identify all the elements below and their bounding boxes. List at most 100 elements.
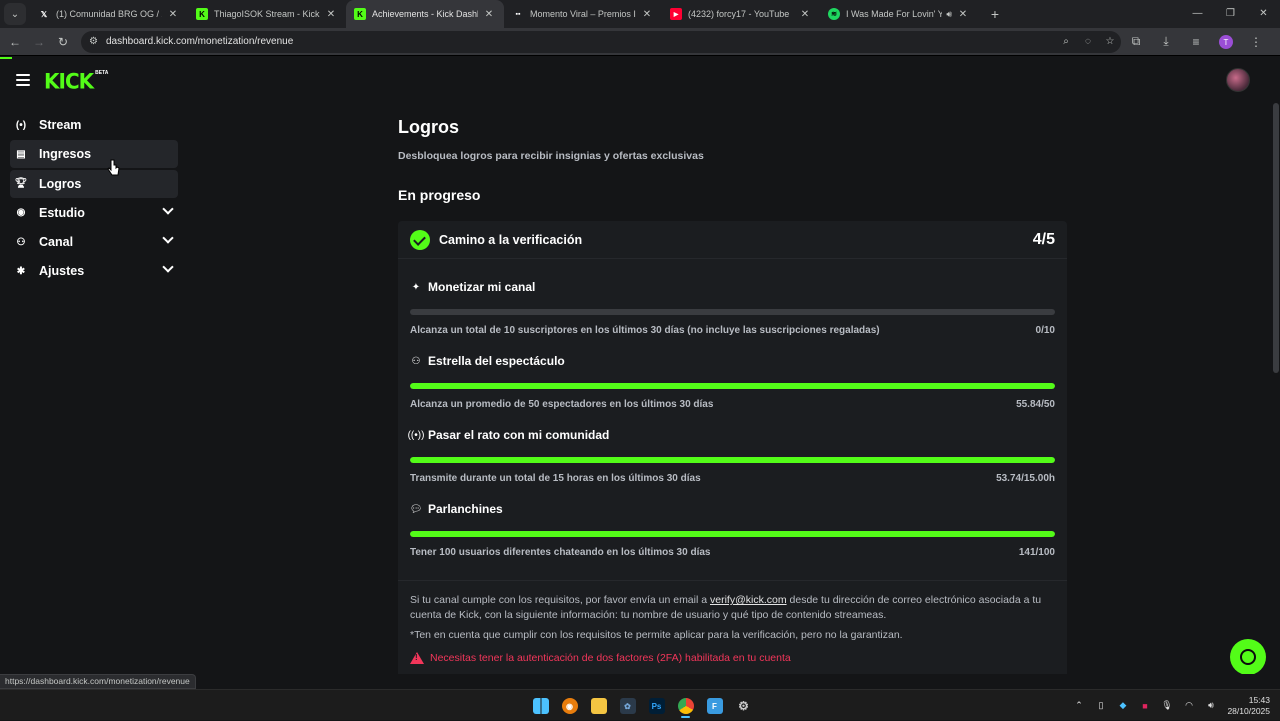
browser-tab[interactable]: K ThiagoISOK Stream - Kick Dash ✕ <box>188 0 346 28</box>
achievement-description: Tener 100 usuarios diferentes chateando … <box>410 547 711 558</box>
verification-note: *Ten en cuenta que cumplir con los requi… <box>410 629 903 641</box>
system-tray: ⌃ ▯ ◆ ■ 🎙︎ ◠ 🔊︎ 15:43 28/10/2025 <box>1068 690 1280 721</box>
x-logo-icon: 𝕏 <box>40 9 48 19</box>
tab-title: Momento Viral – Premios Idolo <box>530 9 636 19</box>
tab-search-button[interactable]: ⌄ <box>4 3 26 25</box>
taskbar-app-photoshop[interactable]: Ps <box>642 694 671 718</box>
chevron-down-icon[interactable] <box>162 232 174 244</box>
browser-toolbar: ← → ↻ ⚙︎ dashboard.kick.com/monetization… <box>0 28 1280 56</box>
progress-fill <box>410 383 1055 389</box>
chevron-down-icon[interactable] <box>162 261 174 274</box>
zoom-icon[interactable]: ⌕ <box>1055 36 1077 47</box>
sidebar-item-label: Ingresos <box>39 147 92 162</box>
browser-tab-active[interactable]: K Achievements - Kick Dashboard ✕ <box>346 0 504 28</box>
kick-logo[interactable]: KICK BETA <box>44 68 108 93</box>
sidebar-item-estudio[interactable]: ◉ Estudio <box>10 199 178 227</box>
address-bar[interactable]: ⚙︎ dashboard.kick.com/monetization/reven… <box>81 30 1121 53</box>
site-info-icon[interactable]: ⚙︎ <box>89 36 98 47</box>
card-header: Camino a la verificación 4/5 <box>398 221 1067 259</box>
taskbar-app-blender[interactable]: ◉ <box>555 694 584 718</box>
scrollbar-thumb[interactable] <box>1273 103 1279 373</box>
download-icon[interactable]: ⤓ <box>1151 34 1181 49</box>
progress-bar <box>410 457 1055 463</box>
chevron-down-icon[interactable] <box>162 203 174 215</box>
close-window-icon[interactable]: ✕ <box>1247 0 1280 28</box>
taskbar-app-davinci[interactable]: ✿ <box>613 694 642 718</box>
close-tab-icon[interactable]: ✕ <box>166 9 180 20</box>
bookmark-star-icon[interactable]: ☆ <box>1099 36 1121 47</box>
wifi-icon[interactable]: ◠ <box>1178 700 1200 711</box>
youtube-icon: ▶ <box>670 8 682 20</box>
chevron-up-icon[interactable]: ⌃ <box>1068 700 1090 711</box>
close-tab-icon[interactable]: ✕ <box>956 9 970 20</box>
close-tab-icon[interactable]: ✕ <box>640 9 654 20</box>
eye-off-icon[interactable]: ◌ <box>1077 36 1099 47</box>
kick-logo-icon: K <box>354 8 366 20</box>
usb-icon[interactable]: ▯ <box>1090 700 1112 711</box>
restore-icon[interactable]: ❐ <box>1214 0 1247 28</box>
close-tab-icon[interactable]: ✕ <box>324 9 338 20</box>
microphone-icon[interactable]: 🎙︎ <box>1156 700 1178 711</box>
minimize-icon[interactable]: — <box>1181 0 1214 28</box>
close-tab-icon[interactable]: ✕ <box>798 9 812 20</box>
profile-button[interactable]: T <box>1211 34 1241 50</box>
start-button[interactable] <box>526 694 555 718</box>
achievement-item: ((•)) Pasar el rato con mi comunidad Tra… <box>398 407 1067 484</box>
forward-icon[interactable]: → <box>27 35 51 49</box>
help-chat-button[interactable] <box>1230 639 1266 674</box>
headset-icon <box>1240 649 1256 665</box>
studio-icon: ◉ <box>16 207 26 219</box>
taskbar-app-settings[interactable]: ⚙ <box>729 694 758 718</box>
extensions-icon[interactable]: ⧉ <box>1121 34 1151 49</box>
close-tab-icon[interactable]: ✕ <box>482 9 496 20</box>
app-tray-icon[interactable]: ■ <box>1134 701 1156 711</box>
browser-tab[interactable]: ▶ (4232) forcy17 - YouTube ✕ <box>662 0 820 28</box>
achievement-name: Monetizar mi canal <box>428 280 536 294</box>
card-title: Camino a la verificación <box>439 232 583 247</box>
windows-taskbar: ◉ ✿ Ps F ⚙ ⌃ ▯ ◆ ■ 🎙︎ ◠ 🔊︎ 15:43 28/10/2… <box>0 689 1280 720</box>
kick-dashboard-page: KICK BETA (•) Stream ▤ Ingresos 🏆︎ Logro… <box>0 57 1280 674</box>
achievement-name: Estrella del espectáculo <box>428 354 565 368</box>
defender-icon[interactable]: ◆ <box>1112 700 1134 711</box>
chart-icon: ▤ <box>16 148 26 160</box>
sidebar-item-stream[interactable]: (•) Stream <box>10 111 178 139</box>
new-tab-button[interactable]: + <box>984 6 1006 22</box>
achievement-item: 💬︎ Parlanchines Tener 100 usuarios difer… <box>398 481 1067 558</box>
user-avatar[interactable] <box>1226 68 1250 92</box>
files-icon: F <box>706 698 723 714</box>
browser-tab[interactable]: ≋ I Was Made For Lovin' You 🔊︎ ✕ <box>820 0 978 28</box>
sidebar-item-label: Canal <box>39 235 74 250</box>
taskbar-app-files[interactable]: F <box>700 694 729 718</box>
volume-icon[interactable]: 🔊︎ <box>1200 700 1222 711</box>
menu-hamburger-icon[interactable] <box>16 74 30 86</box>
media-control-icon[interactable]: ≡ <box>1181 35 1211 49</box>
broadcast-icon: (•) <box>15 119 27 131</box>
sidebar-item-label: Estudio <box>39 205 85 220</box>
sidebar-item-ingresos[interactable]: ▤ Ingresos <box>10 140 178 169</box>
back-icon[interactable]: ← <box>3 35 27 49</box>
taskbar-app-explorer[interactable] <box>584 694 613 718</box>
browser-tab[interactable]: 𝕏 (1) Comunidad BRG OG / X ✕ <box>30 0 188 28</box>
page-scrollbar[interactable] <box>1272 103 1280 668</box>
sidebar-item-ajustes[interactable]: ✱ Ajustes <box>10 257 178 285</box>
sidebar-item-logros[interactable]: 🏆︎ Logros <box>10 169 178 198</box>
reload-icon[interactable]: ↻ <box>51 35 75 49</box>
sidebar-item-canal[interactable]: ⚇ Canal <box>10 228 178 256</box>
url-text[interactable]: dashboard.kick.com/monetization/revenue <box>106 36 293 47</box>
page-title: Logros <box>398 117 459 137</box>
menu-kebab-icon[interactable]: ⋮ <box>1241 35 1271 49</box>
section-title: En progreso <box>398 187 481 203</box>
verify-email-link[interactable]: verify@kick.com <box>710 594 787 606</box>
settings-icon: ⚙ <box>738 699 749 713</box>
info-text-prefix: Si tu canal cumple con los requisitos, p… <box>410 594 708 606</box>
taskbar-clock[interactable]: 15:43 28/10/2025 <box>1222 695 1280 717</box>
speaker-icon[interactable]: 🔊︎ <box>946 9 952 20</box>
browser-tab[interactable]: ▪▪ Momento Viral – Premios Idolo ✕ <box>504 0 662 28</box>
mouse-pointer-icon <box>107 159 120 176</box>
profile-avatar: T <box>1219 35 1233 50</box>
progress-fill <box>410 457 1055 463</box>
achievement-item: ✦ Monetizar mi canal Alcanza un total de… <box>398 259 1067 336</box>
achievement-value: 141/100 <box>1018 547 1055 558</box>
progress-bar <box>410 531 1055 537</box>
taskbar-app-chrome[interactable] <box>671 694 700 718</box>
